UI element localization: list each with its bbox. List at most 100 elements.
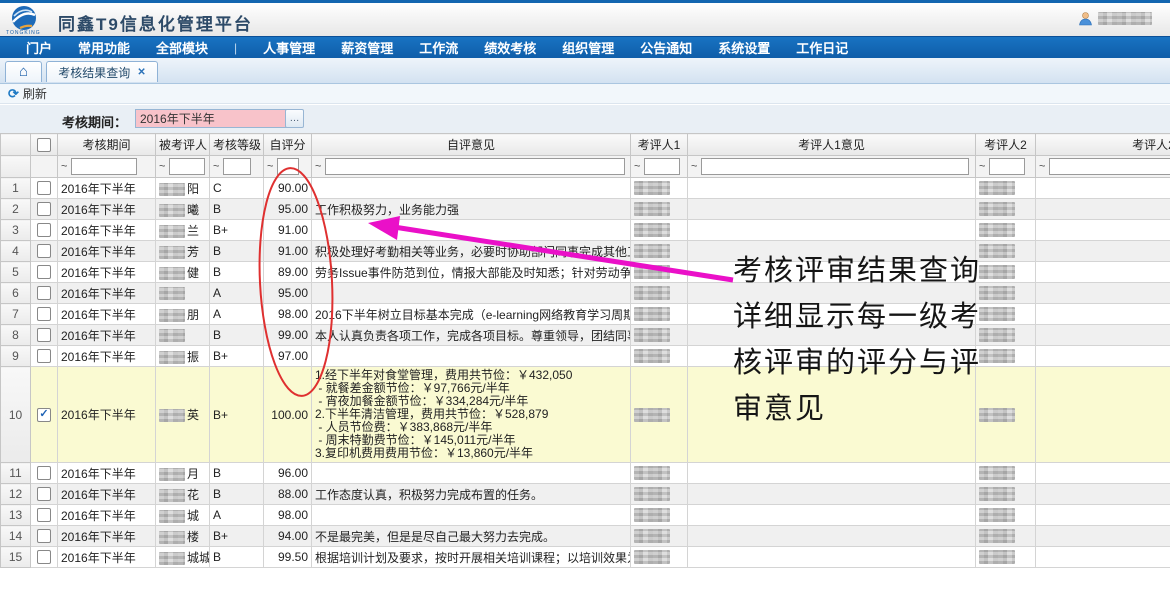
censored-name	[159, 351, 185, 364]
cell-self-comment: 劳务Issue事件防范到位，情报大部能及时知悉；针对劳动争议纠纷	[312, 262, 631, 283]
menu-item-1[interactable]: 门户	[26, 38, 52, 57]
checkbox-cell	[31, 325, 58, 346]
menu-item-2[interactable]: 常用功能	[78, 38, 130, 57]
menu-item-11[interactable]: 工作日记	[796, 38, 848, 57]
table-row[interactable]: 92016年下半年振B+97.00	[1, 346, 1170, 367]
table-row[interactable]: 42016年下半年芳B91.00积极处理好考勤相关等业务，必要时协助部门同事完成…	[1, 241, 1170, 262]
row-checkbox[interactable]	[37, 307, 51, 321]
table-row[interactable]: 152016年下半年城城B99.50根据培训计划及要求，按时开展相关培训课程；以…	[1, 547, 1170, 568]
row-checkbox[interactable]: ✓	[37, 408, 51, 422]
row-checkbox[interactable]	[37, 550, 51, 564]
column-header-8[interactable]: 考评人2	[976, 134, 1036, 156]
row-checkbox[interactable]	[37, 181, 51, 195]
cell-self-comment: 2016下半年树立目标基本完成（e-learning网络教育学习周期截止	[312, 304, 631, 325]
menu-item-5[interactable]: 薪资管理	[341, 38, 393, 57]
comment-text: 根据培训计划及要求，按时开展相关培训课程；以培训效果为导向，	[315, 551, 631, 565]
menu-item-4[interactable]: 人事管理	[263, 38, 315, 57]
column-header-6[interactable]: 考评人1	[631, 134, 688, 156]
row-checkbox[interactable]	[37, 508, 51, 522]
censored-name	[159, 246, 185, 259]
row-checkbox[interactable]	[37, 265, 51, 279]
tab-assessment-results[interactable]: 考核结果查询 ✕	[46, 61, 158, 82]
menu-item-6[interactable]: 工作流	[419, 38, 458, 57]
cell-grade: A	[210, 505, 264, 526]
censored-reviewer2	[979, 408, 1015, 422]
row-number-header	[1, 134, 31, 156]
cell-grade: A	[210, 283, 264, 304]
cell-reviewer2	[976, 241, 1036, 262]
censored-reviewer2	[979, 202, 1015, 216]
menu-item-7[interactable]: 绩效考核	[484, 38, 536, 57]
column-header-4[interactable]: 自评分	[264, 134, 312, 156]
column-header-3[interactable]: 考核等级	[210, 134, 264, 156]
cell-reviewer2	[976, 178, 1036, 199]
filter-input-col-4[interactable]	[223, 158, 251, 175]
row-checkbox[interactable]	[37, 487, 51, 501]
checkbox-cell	[31, 547, 58, 568]
name-suffix: 月	[187, 467, 199, 481]
cell-self-comment	[312, 220, 631, 241]
filter-input-col-2[interactable]	[71, 158, 137, 175]
row-checkbox[interactable]	[37, 328, 51, 342]
cell-self-comment: 不是最完美，但是是尽自己最大努力去完成。	[312, 526, 631, 547]
menu-item-10[interactable]: 系统设置	[718, 38, 770, 57]
table-row[interactable]: 132016年下半年城A98.00	[1, 505, 1170, 526]
filter-input-col-5[interactable]	[277, 158, 299, 175]
row-number-cell: 5	[1, 262, 31, 283]
filter-input-col-3[interactable]	[169, 158, 205, 175]
table-row[interactable]: 32016年下半年兰B+91.00	[1, 220, 1170, 241]
row-checkbox[interactable]	[37, 223, 51, 237]
assessment-period-input[interactable]	[135, 109, 287, 128]
table-row[interactable]: 112016年下半年月B96.00	[1, 463, 1170, 484]
comment-text: 工作态度认真，积极努力完成布置的任务。	[315, 488, 543, 502]
menu-item-8[interactable]: 组织管理	[562, 38, 614, 57]
column-header-5[interactable]: 自评意见	[312, 134, 631, 156]
filter-input-col-6[interactable]	[325, 158, 625, 175]
annotation-line: 考核评审结果查询	[733, 247, 981, 293]
row-checkbox[interactable]	[37, 286, 51, 300]
table-row[interactable]: 142016年下半年楼B+94.00不是最完美，但是是尽自己最大努力去完成。	[1, 526, 1170, 547]
column-header-2[interactable]: 被考评人	[156, 134, 210, 156]
table-row[interactable]: 52016年下半年健B89.00劳务Issue事件防范到位，情报大部能及时知悉；…	[1, 262, 1170, 283]
period-picker-button[interactable]: …	[285, 109, 304, 128]
table-row[interactable]: 12016年下半年阳C90.00	[1, 178, 1170, 199]
filter-input-col-9[interactable]	[989, 158, 1025, 175]
name-suffix: 朋	[187, 308, 199, 322]
cell-reviewer1	[631, 283, 688, 304]
filter-input-col-10[interactable]	[1049, 158, 1170, 175]
row-checkbox[interactable]	[37, 244, 51, 258]
filter-bar: 考核期间： …	[0, 105, 1170, 133]
table-row[interactable]: 10✓2016年下半年英B+100.001.经下半年对食堂管理，费用共节俭：￥4…	[1, 367, 1170, 463]
table-row[interactable]: 62016年下半年A95.00	[1, 283, 1170, 304]
filter-input-col-7[interactable]	[644, 158, 680, 175]
column-header-1[interactable]: 考核期间	[58, 134, 156, 156]
cell-reviewer1	[631, 463, 688, 484]
column-header-9[interactable]: 考评人2意见	[1036, 134, 1170, 156]
table-row[interactable]: 72016年下半年朋A98.002016下半年树立目标基本完成（e-learni…	[1, 304, 1170, 325]
select-all-checkbox[interactable]	[37, 138, 51, 152]
filter-input-col-8[interactable]	[701, 158, 969, 175]
row-checkbox[interactable]	[37, 349, 51, 363]
cell-reviewer1	[631, 220, 688, 241]
row-checkbox[interactable]	[37, 202, 51, 216]
cell-period: 2016年下半年	[58, 220, 156, 241]
user-area[interactable]	[1078, 11, 1152, 26]
comment-text: 不是最完美，但是是尽自己最大努力去完成。	[315, 530, 555, 544]
row-checkbox[interactable]	[37, 529, 51, 543]
cell-reviewer2	[976, 526, 1036, 547]
refresh-button[interactable]: 刷新	[23, 85, 47, 102]
row-checkbox[interactable]	[37, 466, 51, 480]
censored-name	[159, 329, 185, 342]
tab-home[interactable]: ⌂	[5, 61, 42, 82]
menu-item-3[interactable]: 全部模块	[156, 38, 208, 57]
column-header-7[interactable]: 考评人1意见	[688, 134, 976, 156]
table-row[interactable]: 82016年下半年B99.00本人认真负责各项工作，完成各项目标。尊重领导，团结…	[1, 325, 1170, 346]
tab-close-icon[interactable]: ✕	[137, 67, 145, 78]
table-row[interactable]: 22016年下半年曦B95.00工作积极努力，业务能力强	[1, 199, 1170, 220]
cell-reviewer2-comment	[1036, 325, 1170, 346]
name-suffix: 芳	[187, 245, 199, 259]
cell-reviewer1	[631, 367, 688, 463]
cell-self-comment	[312, 346, 631, 367]
menu-item-9[interactable]: 公告通知	[640, 38, 692, 57]
table-row[interactable]: 122016年下半年花B88.00工作态度认真，积极努力完成布置的任务。	[1, 484, 1170, 505]
